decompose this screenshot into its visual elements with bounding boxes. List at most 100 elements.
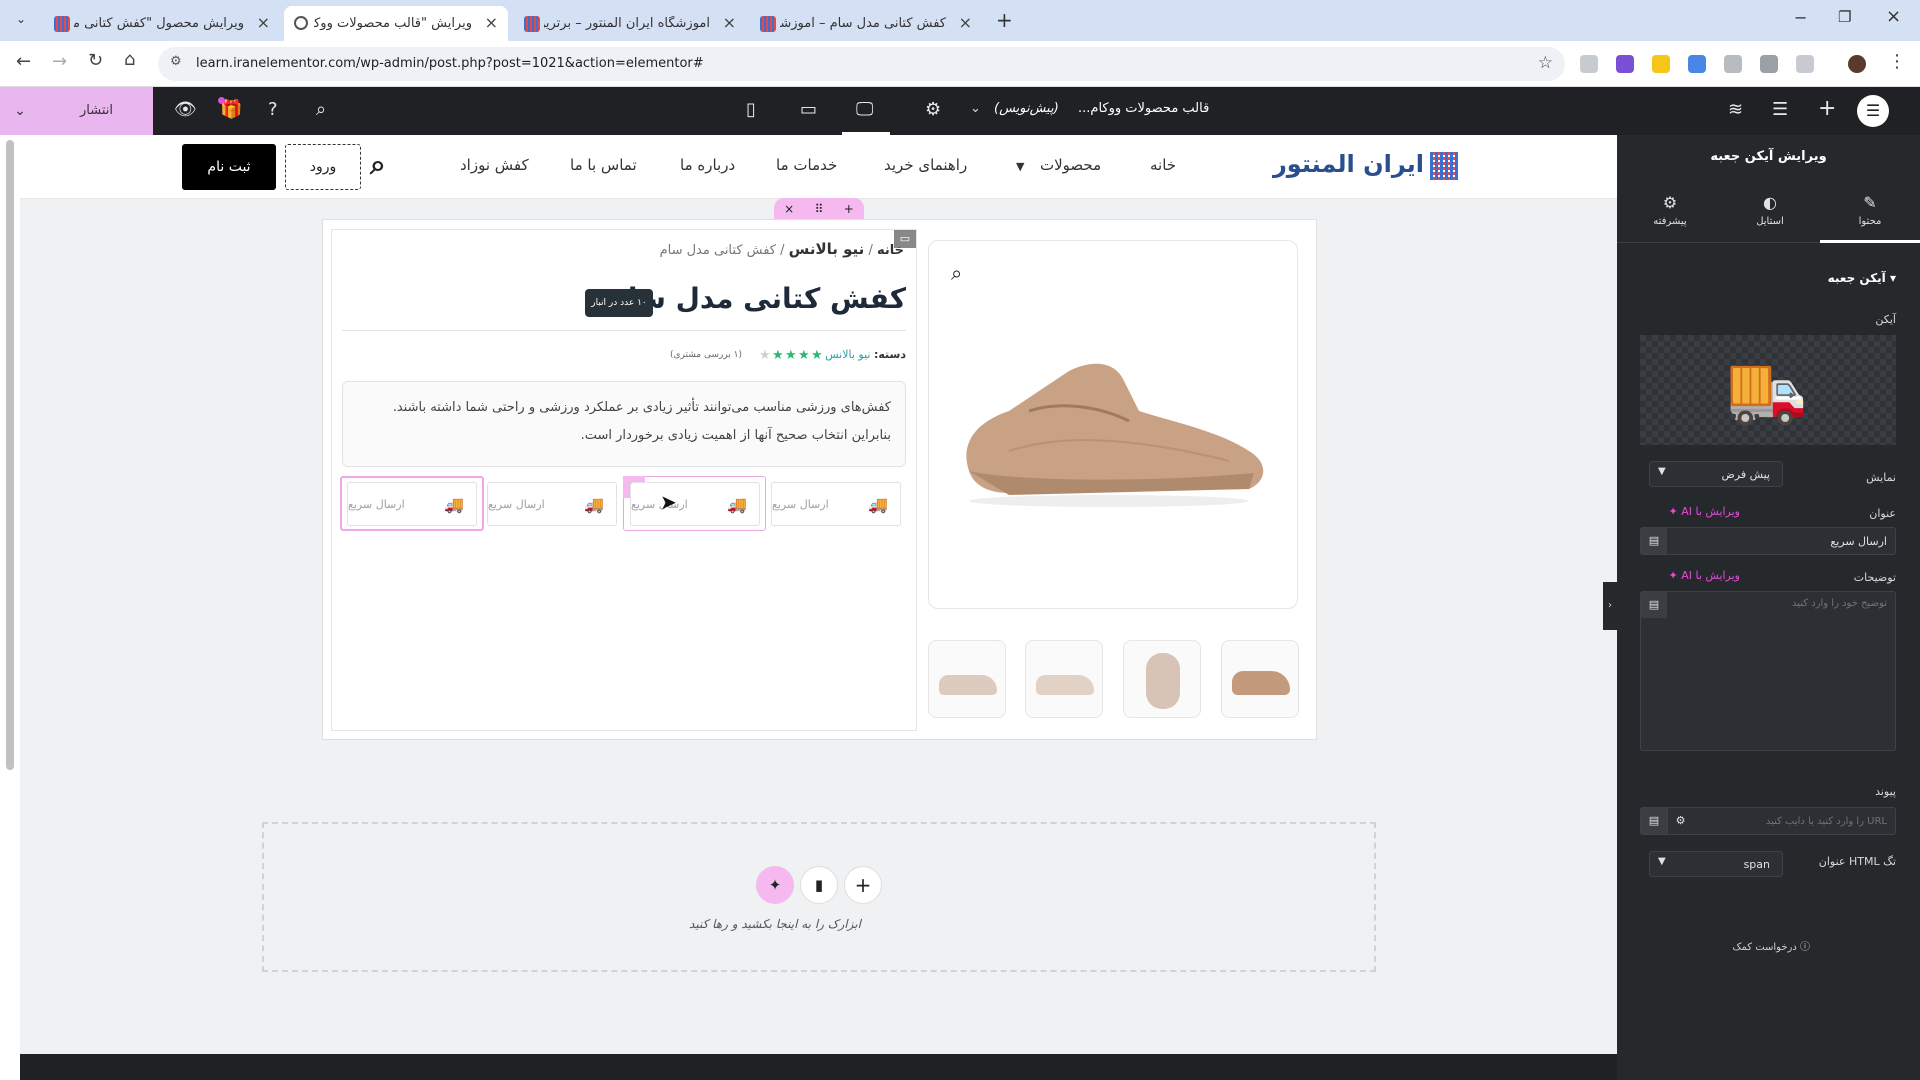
- close-tab-icon[interactable]: ×: [959, 13, 972, 32]
- document-title[interactable]: قالب محصولات ووکام...: [1078, 101, 1209, 116]
- close-tab-icon[interactable]: ×: [723, 13, 736, 32]
- signup-button[interactable]: ثبت نام: [182, 144, 276, 190]
- panel-header-title: ویرایش آیکن جعبه: [1710, 149, 1827, 164]
- structure-layers-icon[interactable]: ≋: [1728, 99, 1743, 120]
- title-input[interactable]: ارسال سریع ▤: [1640, 527, 1896, 555]
- zoom-magnifier-icon[interactable]: ⌕: [951, 261, 962, 285]
- home-icon[interactable]: ⌂: [124, 49, 135, 70]
- browser-tab[interactable]: آموزشگاه ایران المنتور – برترین فر... ×: [514, 6, 746, 41]
- page-settings-gear-icon[interactable]: ⚙: [925, 99, 941, 120]
- link-options-gear-icon[interactable]: ⚙: [1667, 808, 1693, 834]
- preview-eye-icon[interactable]: 👁: [174, 99, 197, 120]
- product-main-image[interactable]: ⌕: [928, 240, 1298, 609]
- icon-box-fast-shipping[interactable]: 🚚 ارسال سریع: [771, 482, 901, 526]
- product-thumbnail[interactable]: [1123, 640, 1201, 718]
- icon-picker-preview[interactable]: 🚚: [1640, 335, 1896, 445]
- close-tab-icon[interactable]: ×: [485, 13, 498, 32]
- browser-tab[interactable]: ویرایش محصول "کفش کتانی مدل ×: [44, 6, 280, 41]
- site-settings-icon[interactable]: ☰: [1772, 99, 1788, 120]
- delete-section-icon[interactable]: ×: [784, 202, 794, 216]
- camera-extension-icon[interactable]: [1580, 55, 1598, 73]
- nav-home[interactable]: خانه: [1150, 156, 1176, 174]
- dynamic-tags-icon[interactable]: ▤: [1641, 528, 1667, 554]
- site-info-icon[interactable]: ⚙: [170, 54, 182, 69]
- dynamic-tags-icon[interactable]: ▤: [1641, 808, 1667, 834]
- product-thumbnail[interactable]: [1221, 640, 1299, 718]
- grey-extension-icon[interactable]: [1724, 55, 1742, 73]
- drag-section-icon[interactable]: ⠿: [815, 202, 824, 216]
- forward-icon[interactable]: →: [52, 51, 67, 72]
- login-button[interactable]: ورود: [285, 144, 361, 190]
- nav-buying-guide[interactable]: راهنمای خرید: [884, 156, 967, 174]
- add-section-icon[interactable]: +: [844, 202, 854, 216]
- edit-title-with-ai-button[interactable]: ویرایش با AI ✦: [1669, 505, 1741, 518]
- tab-title: کفش کتانی مدل سام – آموزشگاه: [780, 16, 946, 31]
- browser-tab-active[interactable]: ویرایش "قالب محصولات ووکامر... ×: [284, 6, 508, 41]
- edit-description-with-ai-button[interactable]: ویرایش با AI ✦: [1669, 569, 1741, 582]
- ai-add-button[interactable]: ✦: [756, 866, 794, 904]
- elementor-logo-icon[interactable]: ☰: [1857, 95, 1889, 127]
- browser-tab[interactable]: کفش کتانی مدل سام – آموزشگاه ×: [750, 6, 982, 41]
- shield-extension-icon[interactable]: [1760, 55, 1778, 73]
- description-label: توضیحات: [1853, 571, 1896, 584]
- section-toggle[interactable]: ▾ آیکن جعبه: [1828, 271, 1896, 285]
- tab-style[interactable]: ◐ استایل: [1720, 185, 1820, 243]
- profile-avatar[interactable]: [1848, 55, 1866, 73]
- back-icon[interactable]: ←: [16, 51, 31, 72]
- title-divider: [342, 330, 906, 331]
- tablet-device-icon[interactable]: ▭: [800, 99, 817, 120]
- desktop-device-icon[interactable]: 🖵: [856, 99, 873, 120]
- canvas-scrollbar[interactable]: [6, 140, 14, 770]
- breadcrumb-home[interactable]: خانه: [877, 243, 904, 258]
- help-icon[interactable]: ?: [268, 99, 278, 120]
- add-section-button[interactable]: +: [844, 866, 882, 904]
- nav-about[interactable]: درباره ما: [680, 156, 735, 174]
- publish-button[interactable]: انتشار: [40, 87, 153, 135]
- site-logo[interactable]: ایران المنتور: [1273, 150, 1458, 184]
- nav-products[interactable]: محصولات: [1040, 156, 1101, 174]
- view-select[interactable]: پیش فرض ▼: [1649, 461, 1783, 487]
- tab-search-icon[interactable]: ⌄: [16, 12, 26, 26]
- search-icon[interactable]: ⌕: [316, 99, 326, 120]
- category-link[interactable]: نیو بالانس: [825, 348, 870, 361]
- product-thumbnail[interactable]: [928, 640, 1006, 718]
- section-handle[interactable]: × ⠿ +: [774, 198, 864, 220]
- help-link[interactable]: ⓘ درخواست کمک: [1733, 938, 1810, 953]
- puzzle-extensions-icon[interactable]: [1796, 55, 1814, 73]
- new-tab-button[interactable]: +: [996, 8, 1013, 32]
- icon-box-fast-shipping[interactable]: 🚚 ارسال سریع: [630, 482, 760, 526]
- tab-content[interactable]: ✎ محتوا: [1820, 185, 1920, 243]
- publish-dropdown-button[interactable]: ⌄: [0, 87, 40, 135]
- template-library-button[interactable]: ▮: [800, 866, 838, 904]
- reload-icon[interactable]: ↻: [88, 50, 103, 71]
- bookmark-star-icon[interactable]: ☆: [1538, 53, 1553, 73]
- purple-extension-icon[interactable]: [1616, 55, 1634, 73]
- breadcrumb-category[interactable]: نیو بالانس: [789, 240, 865, 258]
- nav-services[interactable]: خدمات ما: [776, 156, 837, 174]
- category-label: دسته:: [873, 348, 906, 361]
- yellow-extension-icon[interactable]: [1652, 55, 1670, 73]
- restore-button[interactable]: ❐: [1838, 8, 1851, 26]
- dynamic-tags-icon[interactable]: ▤: [1641, 592, 1667, 618]
- transfer-extension-icon[interactable]: [1688, 55, 1706, 73]
- close-tab-icon[interactable]: ×: [257, 13, 270, 32]
- nav-contact[interactable]: تماس با ما: [570, 156, 637, 174]
- link-input[interactable]: URL را وارد کنید یا دایب کنید ⚙ ▤: [1640, 807, 1896, 835]
- review-count[interactable]: (۱ بررسی مشتری): [670, 350, 742, 360]
- browser-menu-icon[interactable]: ⋮: [1888, 51, 1906, 72]
- mobile-device-icon[interactable]: ▯: [746, 99, 756, 120]
- html-tag-select[interactable]: span ▼: [1649, 851, 1783, 877]
- icon-box-fast-shipping[interactable]: 🚚 ارسال سریع: [347, 482, 477, 526]
- address-bar[interactable]: ⚙ learn.iranelementor.com/wp-admin/post.…: [158, 47, 1565, 81]
- description-textarea[interactable]: توضیح خود را وارد کنید ▤: [1640, 591, 1896, 751]
- icon-box-fast-shipping[interactable]: 🚚 ارسال سریع: [487, 482, 617, 526]
- panel-collapse-toggle[interactable]: ›: [1603, 582, 1617, 630]
- add-element-icon[interactable]: +: [1818, 96, 1836, 121]
- close-window-button[interactable]: ×: [1886, 6, 1901, 27]
- nav-baby-shoes[interactable]: کفش نوزاد: [460, 156, 529, 174]
- product-thumbnail[interactable]: [1025, 640, 1103, 718]
- document-dropdown-icon[interactable]: ⌄: [970, 101, 981, 116]
- tab-advanced[interactable]: ⚙ پیشرفته: [1620, 185, 1720, 243]
- header-search-icon[interactable]: ⌕: [370, 148, 386, 182]
- minimize-button[interactable]: −: [1794, 8, 1807, 27]
